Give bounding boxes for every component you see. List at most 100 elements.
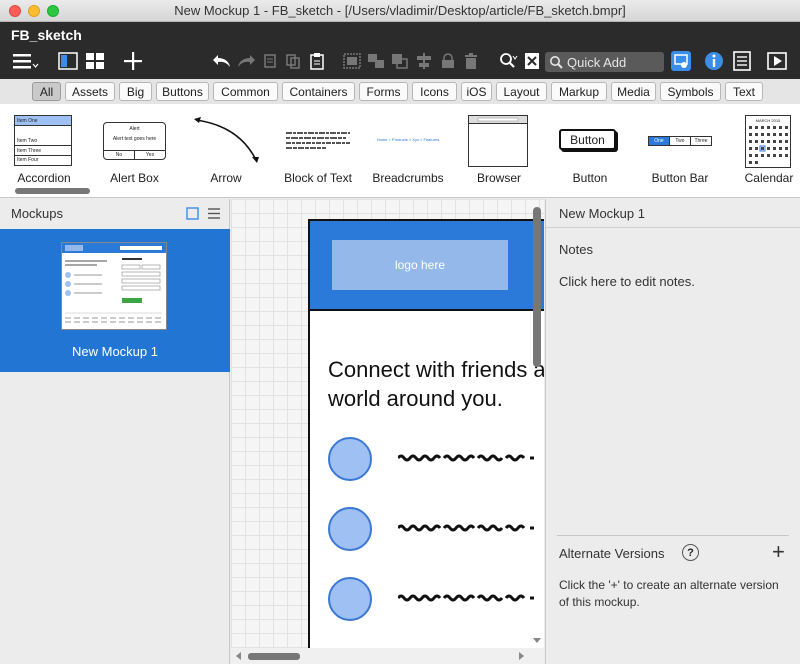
undo-icon[interactable] <box>211 51 233 71</box>
friend-avatar[interactable] <box>328 437 372 481</box>
component-filter-bar: All Assets Big Buttons Common Containers… <box>0 79 800 104</box>
friend-avatar[interactable] <box>328 577 372 621</box>
add-alternate-version-button[interactable]: + <box>772 541 785 563</box>
mockup-headline[interactable]: Connect with friends and the world aroun… <box>328 355 544 413</box>
alternate-versions-label: Alternate Versions <box>559 546 665 561</box>
library-item-calendar[interactable]: MARCH 2015 Calendar <box>738 104 800 198</box>
filter-icons[interactable]: Icons <box>412 82 457 101</box>
thumbnail-view-icon[interactable] <box>186 207 199 220</box>
quick-add-search-icon <box>550 56 563 69</box>
design-canvas[interactable]: logo here Connect with friends and the w… <box>231 199 544 664</box>
window-title-bar: New Mockup 1 - FB_sketch - [/Users/vladi… <box>0 0 800 22</box>
library-item-arrow[interactable]: Arrow <box>190 104 262 198</box>
bring-front-icon[interactable] <box>390 51 410 71</box>
canvas-horizontal-scrollbar[interactable] <box>248 653 300 660</box>
library-item-button-bar[interactable]: One Two Three Button Bar <box>642 104 718 198</box>
mockups-panel: Mockups New Mockup 1 <box>0 199 230 664</box>
scroll-right-icon[interactable] <box>517 652 525 660</box>
quick-add-placeholder: Quick Add <box>567 54 627 70</box>
button-bar-segment: Two <box>670 137 691 145</box>
filter-forms[interactable]: Forms <box>359 82 408 101</box>
list-view-icon[interactable] <box>207 207 221 220</box>
logo-placeholder[interactable]: logo here <box>332 240 508 290</box>
scroll-left-icon[interactable] <box>235 652 243 660</box>
alert-preview-button: Yes <box>145 152 155 158</box>
library-item-button[interactable]: Button Button <box>553 104 627 198</box>
ungroup-icon[interactable] <box>366 51 386 71</box>
notes-editor[interactable]: Click here to edit notes. <box>559 274 695 289</box>
mockup-list-item[interactable]: New Mockup 1 <box>0 229 230 372</box>
alert-preview-text: Alert text goes here <box>112 136 157 142</box>
filter-text[interactable]: Text <box>725 82 763 101</box>
scribble-text-icon[interactable] <box>398 453 538 463</box>
accordion-preview: Item One Item Two Item Three Item Four <box>14 115 72 166</box>
alert-preview-title: Alert <box>129 126 140 132</box>
button-bar-segment: Three <box>694 138 708 144</box>
browser-preview-icon <box>468 115 528 167</box>
component-library: Item One Item Two Item Three Item Four A… <box>0 104 800 198</box>
divider <box>557 535 789 536</box>
lock-icon[interactable] <box>438 51 458 71</box>
project-name: FB_sketch <box>11 27 82 43</box>
copy-icon[interactable] <box>283 51 303 71</box>
library-item-label: Alert Box <box>110 171 159 185</box>
paste-icon[interactable] <box>307 51 327 71</box>
filter-symbols[interactable]: Symbols <box>660 82 721 101</box>
linked-icon[interactable] <box>670 51 692 71</box>
info-icon[interactable] <box>703 51 725 71</box>
accordion-row: Item Two <box>15 136 71 146</box>
filter-containers[interactable]: Containers <box>282 82 355 101</box>
library-item-label: Block of Text <box>284 171 352 185</box>
library-item-alert-box[interactable]: Alert Alert text goes here No Yes Alert … <box>97 104 172 198</box>
library-item-browser[interactable]: Browser <box>463 104 535 198</box>
filter-common[interactable]: Common <box>213 82 278 101</box>
close-box-icon[interactable] <box>522 51 542 71</box>
scribble-text-icon[interactable] <box>398 523 538 533</box>
filter-ios[interactable]: iOS <box>461 82 492 101</box>
button-preview: Button <box>559 129 616 150</box>
inspector-panel: New Mockup 1 Notes Click here to edit no… <box>545 199 800 664</box>
trash-icon[interactable] <box>461 51 481 71</box>
library-item-block-of-text[interactable]: Block of Text <box>280 104 356 198</box>
help-icon[interactable]: ? <box>682 544 699 561</box>
scribble-text-icon[interactable] <box>398 593 538 603</box>
alert-preview: Alert Alert text goes here No Yes <box>103 122 166 160</box>
play-icon[interactable] <box>766 51 788 71</box>
filter-big[interactable]: Big <box>119 82 152 101</box>
inspector-header: New Mockup 1 <box>546 199 800 228</box>
filter-buttons[interactable]: Buttons <box>156 82 209 101</box>
add-icon[interactable] <box>122 51 144 71</box>
grid-view-icon[interactable] <box>84 51 106 71</box>
mockup-thumbnail <box>61 242 167 330</box>
filter-markup[interactable]: Markup <box>551 82 607 101</box>
mockup-header-bar[interactable]: logo here <box>310 221 544 311</box>
filter-media[interactable]: Media <box>611 82 656 101</box>
filter-all[interactable]: All <box>32 82 61 101</box>
window-title: New Mockup 1 - FB_sketch - [/Users/vladi… <box>174 3 626 18</box>
group-icon[interactable] <box>342 51 362 71</box>
alert-preview-button: No <box>104 151 135 159</box>
library-item-label: Breadcrumbs <box>372 171 444 185</box>
library-item-label: Arrow <box>210 171 242 185</box>
mockup-phone-frame[interactable]: logo here Connect with friends and the w… <box>308 219 544 664</box>
redo-icon[interactable] <box>235 51 257 71</box>
menu-icon[interactable] <box>10 51 40 71</box>
cut-icon[interactable] <box>260 51 280 71</box>
canvas-vertical-scrollbar[interactable] <box>533 207 541 367</box>
accordion-row: Item One <box>15 116 71 126</box>
filter-assets[interactable]: Assets <box>65 82 115 101</box>
scroll-down-icon[interactable] <box>533 636 541 644</box>
mockups-panel-title: Mockups <box>11 206 64 221</box>
notes-icon[interactable] <box>731 51 753 71</box>
quick-add-input[interactable]: Quick Add <box>545 52 664 72</box>
search-icon[interactable] <box>497 51 519 71</box>
library-item-accordion[interactable]: Item One Item Two Item Three Item Four A… <box>0 104 88 198</box>
library-item-breadcrumbs[interactable]: Home > Products > Xyz > Features Breadcr… <box>370 104 446 198</box>
calendar-grid-icon <box>749 126 788 164</box>
text-block-preview-icon <box>286 132 350 149</box>
align-icon[interactable] <box>414 51 434 71</box>
filter-layout[interactable]: Layout <box>496 82 547 101</box>
friend-avatar[interactable] <box>328 507 372 551</box>
library-scrollbar[interactable] <box>15 188 90 194</box>
panel-toggle-icon[interactable] <box>57 51 79 71</box>
